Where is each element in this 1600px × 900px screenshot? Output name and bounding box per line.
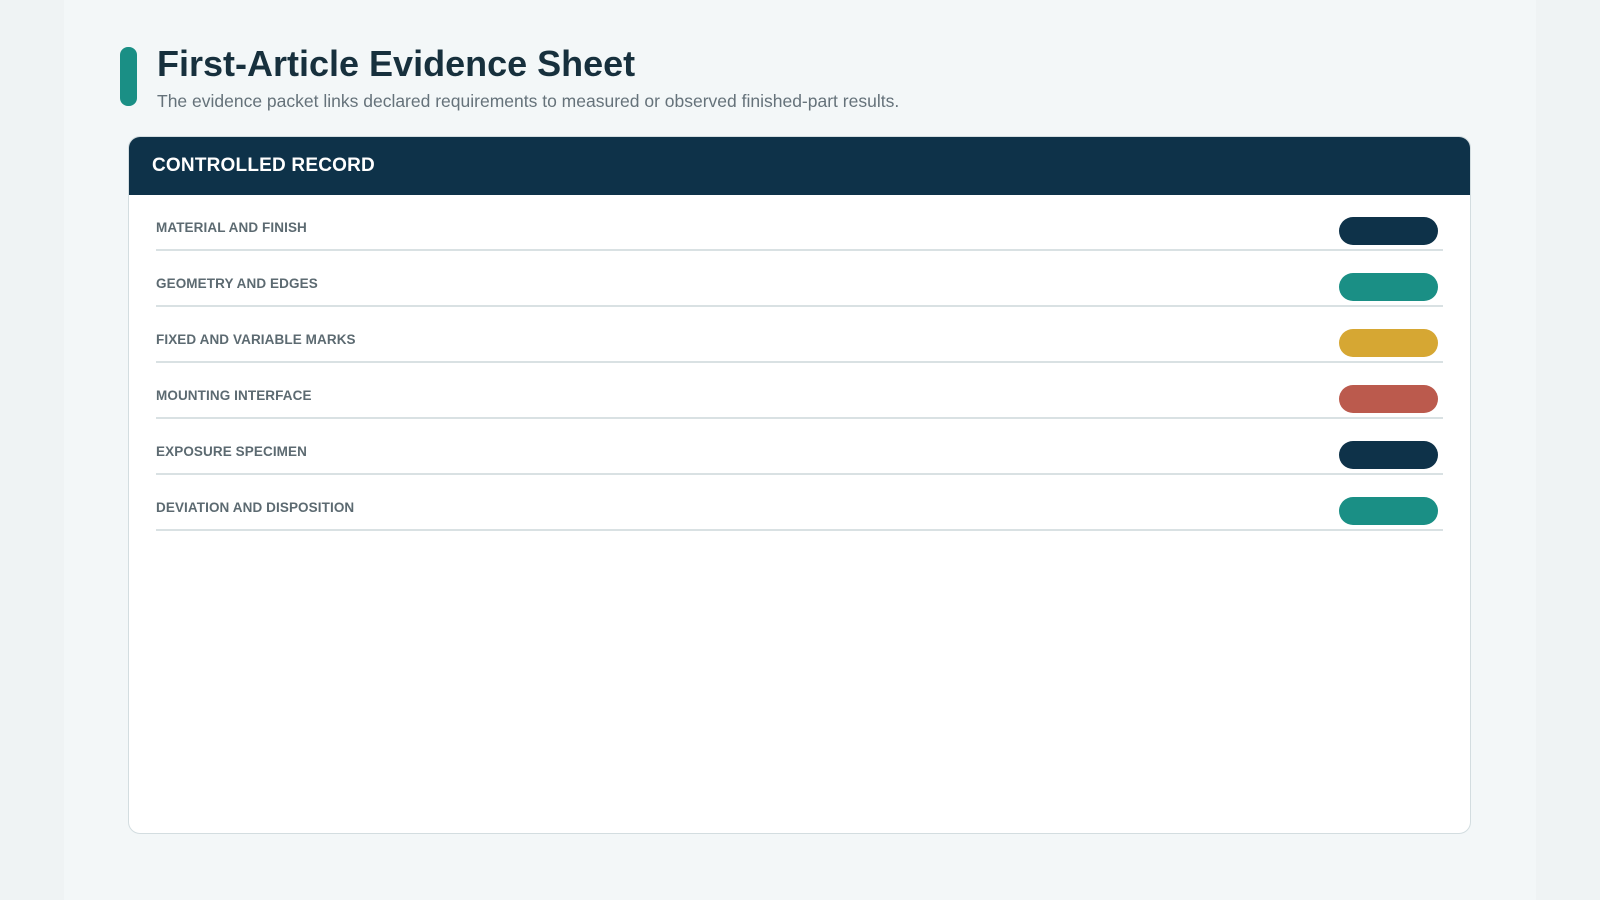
row-label: FIXED AND VARIABLE MARKS [156, 332, 356, 347]
record-row-material-and-finish: MATERIAL AND FINISH [156, 195, 1443, 251]
record-row-exposure-specimen: EXPOSURE SPECIMEN [156, 419, 1443, 475]
row-label: DEVIATION AND DISPOSITION [156, 500, 355, 515]
record-header: CONTROLLED RECORD [129, 137, 1470, 195]
status-pill [1339, 385, 1438, 413]
page-title: First-Article Evidence Sheet [157, 43, 636, 84]
record-row-fixed-and-variable-marks: FIXED AND VARIABLE MARKS [156, 307, 1443, 363]
row-label: EXPOSURE SPECIMEN [156, 444, 307, 459]
record-row-mounting-interface: MOUNTING INTERFACE [156, 363, 1443, 419]
record-rows: MATERIAL AND FINISH GEOMETRY AND EDGES F… [156, 195, 1443, 531]
record-row-geometry-and-edges: GEOMETRY AND EDGES [156, 251, 1443, 307]
status-pill [1339, 217, 1438, 245]
title-accent-bar [120, 47, 137, 106]
controlled-record-card: CONTROLLED RECORD MATERIAL AND FINISH GE… [128, 136, 1471, 834]
row-label: MATERIAL AND FINISH [156, 220, 307, 235]
row-label: GEOMETRY AND EDGES [156, 276, 318, 291]
record-row-deviation-and-disposition: DEVIATION AND DISPOSITION [156, 475, 1443, 531]
status-pill [1339, 329, 1438, 357]
status-pill [1339, 273, 1438, 301]
record-heading: CONTROLLED RECORD [152, 155, 375, 176]
page-subtitle: The evidence packet links declared requi… [157, 91, 900, 111]
status-pill [1339, 441, 1438, 469]
row-label: MOUNTING INTERFACE [156, 388, 312, 403]
status-pill [1339, 497, 1438, 525]
